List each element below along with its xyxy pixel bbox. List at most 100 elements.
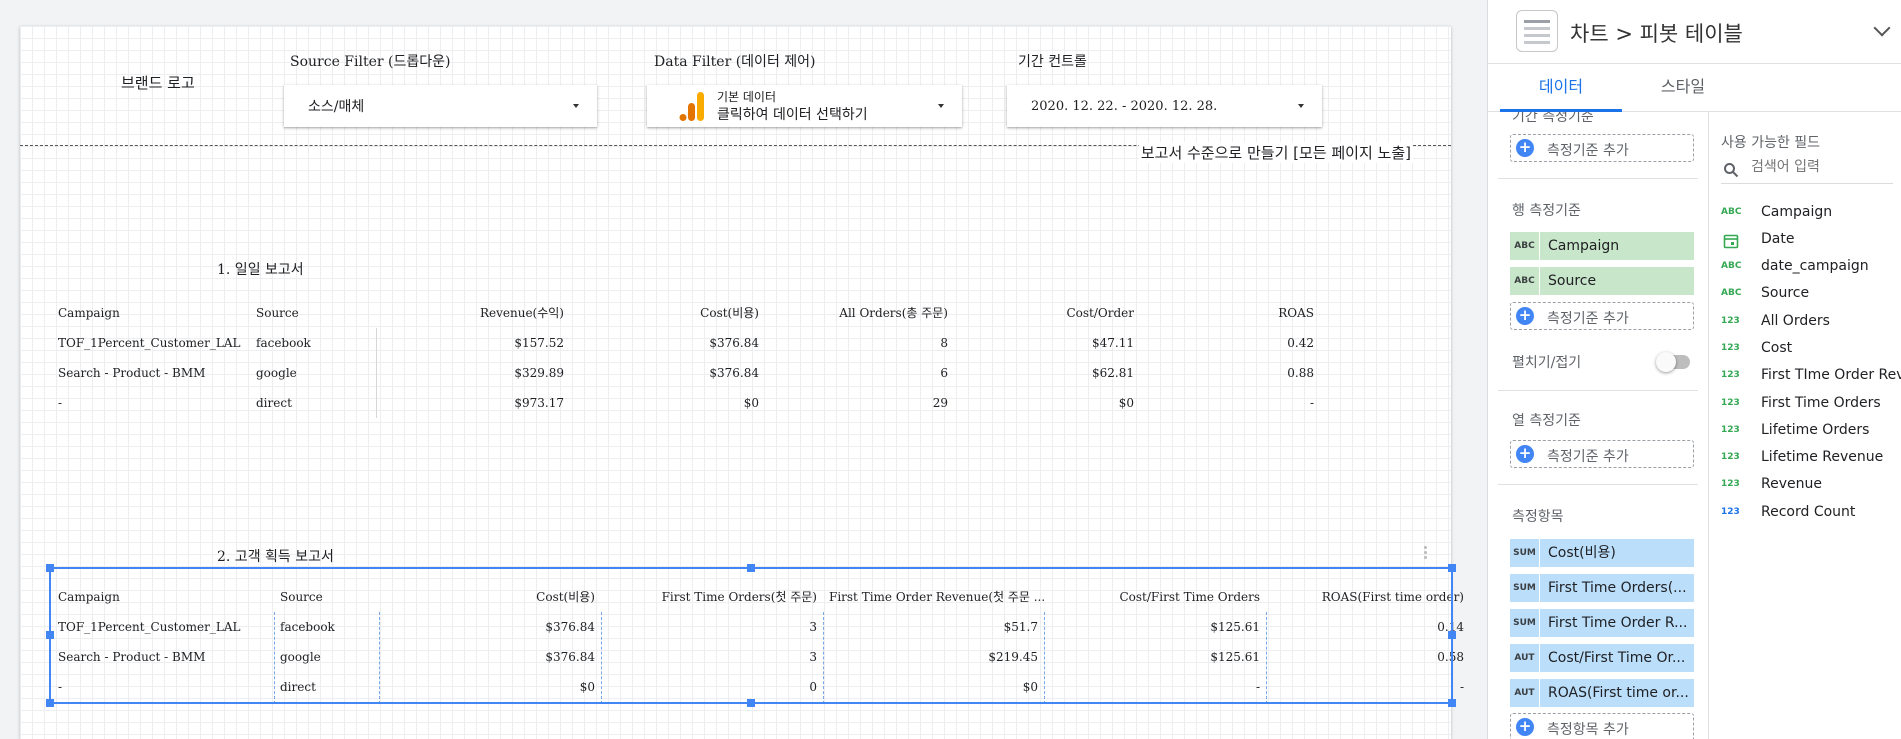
dimension-chip-campaign[interactable]: ABC Campaign	[1510, 232, 1694, 260]
cell-campaign: TOF_1Percent_Customer_LAL	[58, 336, 241, 350]
add-row-dimension-button[interactable]: + 측정기준 추가	[1510, 302, 1694, 330]
panel-header: 차트 > 피봇 테이블	[1488, 0, 1901, 64]
field-item[interactable]: ABC Campaign	[1721, 202, 1901, 226]
column-divider	[376, 328, 377, 418]
cell-cost: $376.84	[709, 336, 759, 350]
field-search[interactable]	[1721, 156, 1893, 184]
number-type-icon: 123	[1721, 398, 1740, 408]
section-divider	[1498, 178, 1698, 179]
metric-chip-roas-first[interactable]: AUT ROAS(First time or...	[1510, 679, 1694, 707]
field-name: Campaign	[1761, 204, 1833, 220]
add-label: 측정기준 추가	[1547, 143, 1629, 159]
field-item[interactable]: 123 Lifetime Revenue	[1721, 447, 1901, 471]
metric-chip-first-order-revenue[interactable]: SUM First Time Order R...	[1510, 609, 1694, 637]
field-item[interactable]: 123 Record Count	[1721, 502, 1901, 526]
tab-data[interactable]: 데이터	[1500, 64, 1622, 112]
field-item[interactable]: 123 Lifetime Orders	[1721, 420, 1901, 444]
cell-cost: $376.84	[709, 366, 759, 380]
date-control-title: 기간 컨트롤	[1018, 54, 1087, 70]
resize-handle[interactable]	[1448, 564, 1456, 572]
field-name: Revenue	[1761, 476, 1822, 492]
report-canvas: 브랜드 로고 Source Filter (드롭다운) 소스/매체 Data F…	[20, 26, 1464, 739]
column-header[interactable]: ROAS	[1140, 298, 1320, 328]
data-config-column: 기간 측정기준 + 측정기준 추가 행 측정기준 ABC Campaign AB…	[1498, 112, 1698, 739]
field-name: First Time Orders	[1761, 395, 1881, 411]
add-label: 측정기준 추가	[1547, 311, 1629, 327]
number-type-icon: 123	[1721, 452, 1740, 462]
add-metric-button[interactable]: + 측정항목 추가	[1510, 713, 1694, 739]
number-type-icon: 123	[1721, 507, 1740, 517]
resize-handle[interactable]	[46, 631, 54, 639]
chevron-down-icon[interactable]	[1873, 19, 1891, 37]
column-header[interactable]: Campaign	[52, 298, 242, 328]
expand-collapse-label: 펼치기/접기	[1512, 355, 1582, 371]
tab-style[interactable]: 스타일	[1622, 64, 1744, 112]
column-header[interactable]: Cost(비용)	[577, 298, 765, 328]
cell-revenue: $329.89	[514, 366, 564, 380]
aut-badge-icon: AUT	[1510, 679, 1540, 707]
cell-roas: 0.88	[1287, 366, 1314, 380]
resize-handle[interactable]	[1448, 699, 1456, 707]
analytics-icon	[679, 92, 704, 121]
column-header[interactable]: Source	[250, 298, 370, 328]
dimension-chip-source[interactable]: ABC Source	[1510, 267, 1694, 295]
chip-label: Cost/First Time Or...	[1540, 644, 1694, 672]
period-dimension-heading: 기간 측정기준	[1512, 112, 1594, 125]
field-name: Lifetime Orders	[1761, 422, 1870, 438]
plus-icon: +	[1516, 139, 1534, 157]
date-range-control[interactable]: 2020. 12. 22. - 2020. 12. 28.	[1007, 85, 1322, 127]
data-source-label: 기본 데이터	[717, 90, 777, 104]
data-source-action: 클릭하여 데이터 선택하기	[717, 107, 868, 123]
resize-handle[interactable]	[747, 564, 755, 572]
section-divider	[1498, 484, 1698, 485]
chip-label: Source	[1540, 267, 1694, 295]
chip-label: First Time Orders(...	[1540, 574, 1694, 602]
field-item[interactable]: Date	[1721, 229, 1901, 253]
source-filter-dropdown[interactable]: 소스/매체	[284, 85, 597, 127]
resize-handle[interactable]	[46, 699, 54, 707]
metric-chip-first-orders[interactable]: SUM First Time Orders(...	[1510, 574, 1694, 602]
metric-chip-cost-per-first-order[interactable]: AUT Cost/First Time Or...	[1510, 644, 1694, 672]
cell-all-orders: 6	[940, 366, 948, 380]
expand-collapse-toggle[interactable]	[1656, 352, 1690, 372]
chip-label: Cost(비용)	[1540, 539, 1694, 567]
row-dimension-heading: 행 측정기준	[1512, 203, 1581, 219]
cell-cost: $0	[743, 396, 759, 410]
date-range-value: 2020. 12. 22. - 2020. 12. 28.	[1031, 98, 1218, 114]
field-name: First TIme Order Reve...	[1761, 367, 1901, 383]
field-search-input[interactable]	[1751, 159, 1889, 175]
field-item[interactable]: 123 All Orders	[1721, 311, 1901, 335]
field-item[interactable]: 123 First Time Orders	[1721, 393, 1901, 417]
field-name: date_campaign	[1761, 258, 1869, 274]
field-name: Source	[1761, 285, 1810, 301]
data-filter-control[interactable]: 기본 데이터 클릭하여 데이터 선택하기	[647, 85, 962, 127]
field-name: Record Count	[1761, 504, 1856, 520]
column-header[interactable]: Cost/Order	[954, 298, 1140, 328]
add-column-dimension-button[interactable]: + 측정기준 추가	[1510, 440, 1694, 468]
cell-all-orders: 29	[932, 396, 948, 410]
cell-campaign: Search - Product - BMM	[58, 366, 206, 380]
field-item[interactable]: 123 Revenue	[1721, 474, 1901, 498]
resize-handle[interactable]	[747, 699, 755, 707]
resize-handle[interactable]	[46, 564, 54, 572]
number-type-icon: 123	[1721, 479, 1740, 489]
field-item[interactable]: 123 First TIme Order Reve...	[1721, 365, 1901, 389]
metric-chip-cost[interactable]: SUM Cost(비용)	[1510, 539, 1694, 567]
field-item[interactable]: ABC date_campaign	[1721, 256, 1901, 280]
cell-campaign: -	[58, 396, 63, 410]
daily-report-table[interactable]: Campaign Source Revenue(수익) Cost(비용) All…	[52, 298, 1320, 418]
field-item[interactable]: ABC Source	[1721, 283, 1901, 307]
cell-cost-per-order: $62.81	[1092, 366, 1134, 380]
add-period-dimension-button[interactable]: + 측정기준 추가	[1510, 134, 1694, 162]
acquisition-report-title: 2. 고객 획득 보고서	[217, 549, 334, 565]
dropdown-caret-icon	[1298, 104, 1304, 108]
available-fields-heading: 사용 가능한 필드	[1721, 135, 1821, 151]
resize-handle[interactable]	[1448, 631, 1456, 639]
sum-badge-icon: SUM	[1510, 539, 1540, 567]
column-header[interactable]: All Orders(총 주문)	[768, 298, 954, 328]
column-header[interactable]: Revenue(수익)	[380, 298, 570, 328]
dropdown-caret-icon	[573, 104, 579, 108]
more-options-icon[interactable]	[1424, 546, 1428, 561]
field-item[interactable]: 123 Cost	[1721, 338, 1901, 362]
plus-icon: +	[1516, 718, 1534, 736]
